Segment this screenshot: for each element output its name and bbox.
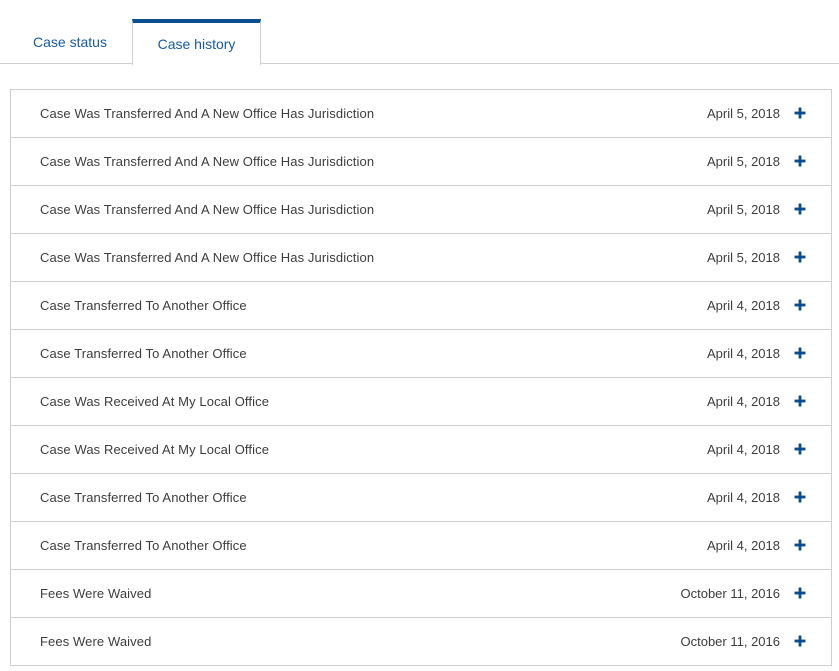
history-row[interactable]: Case Was Transferred And A New Office Ha… (11, 138, 831, 186)
history-row[interactable]: Case Transferred To Another Office April… (11, 330, 831, 378)
plus-icon[interactable] (794, 490, 806, 504)
history-row-title: Fees Were Waived (40, 586, 152, 601)
plus-icon[interactable] (794, 154, 806, 168)
plus-icon[interactable] (794, 586, 806, 600)
history-row-title: Case Was Received At My Local Office (40, 394, 270, 409)
history-row-date: April 4, 2018 (707, 346, 780, 361)
history-row[interactable]: Case Was Received At My Local Office Apr… (11, 378, 831, 426)
history-row-title: Case Transferred To Another Office (40, 538, 247, 553)
history-row-date: April 4, 2018 (707, 490, 780, 505)
plus-icon[interactable] (794, 394, 806, 408)
history-row[interactable]: Case Was Transferred And A New Office Ha… (11, 234, 831, 282)
plus-icon[interactable] (794, 106, 806, 120)
plus-icon[interactable] (794, 298, 806, 312)
history-row-date: April 4, 2018 (707, 394, 780, 409)
plus-icon[interactable] (794, 634, 806, 648)
history-row[interactable]: Fees Were Waived October 11, 2016 (11, 570, 831, 618)
history-row-title: Case Transferred To Another Office (40, 346, 247, 361)
history-row-date: April 5, 2018 (707, 106, 780, 121)
plus-icon[interactable] (794, 250, 806, 264)
history-row[interactable]: Case Was Received At My Local Office Apr… (11, 426, 831, 474)
history-row[interactable]: Fees Were Waived October 11, 2016 (11, 618, 831, 666)
tab-case-status[interactable]: Case status (8, 19, 132, 64)
history-row-title: Case Transferred To Another Office (40, 490, 247, 505)
plus-icon[interactable] (794, 202, 806, 216)
history-row-date: April 5, 2018 (707, 154, 780, 169)
history-row-date: October 11, 2016 (680, 586, 781, 601)
history-row[interactable]: Case Was Transferred And A New Office Ha… (11, 90, 831, 138)
history-row-date: October 11, 2016 (680, 634, 781, 649)
history-row-title: Case Was Transferred And A New Office Ha… (40, 106, 375, 121)
history-row[interactable]: Case Was Transferred And A New Office Ha… (11, 186, 831, 234)
history-row-title: Fees Were Waived (40, 634, 152, 649)
history-row-title: Case Was Transferred And A New Office Ha… (40, 154, 375, 169)
history-row-date: April 4, 2018 (707, 538, 780, 553)
history-row[interactable]: Case Transferred To Another Office April… (11, 474, 831, 522)
plus-icon[interactable] (794, 442, 806, 456)
history-row-date: April 5, 2018 (707, 202, 780, 217)
history-row[interactable]: Case Transferred To Another Office April… (11, 522, 831, 570)
plus-icon[interactable] (794, 538, 806, 552)
history-row-date: April 4, 2018 (707, 442, 780, 457)
history-row-title: Case Was Transferred And A New Office Ha… (40, 250, 375, 265)
tab-bar: Case status Case history (0, 0, 839, 65)
history-row-date: April 4, 2018 (707, 298, 780, 313)
history-row-title: Case Transferred To Another Office (40, 298, 247, 313)
history-row-date: April 5, 2018 (707, 250, 780, 265)
case-history-list: Case Was Transferred And A New Office Ha… (10, 89, 832, 666)
plus-icon[interactable] (794, 346, 806, 360)
tab-case-history[interactable]: Case history (132, 19, 261, 65)
history-row[interactable]: Case Transferred To Another Office April… (11, 282, 831, 330)
history-row-title: Case Was Transferred And A New Office Ha… (40, 202, 375, 217)
history-row-title: Case Was Received At My Local Office (40, 442, 270, 457)
